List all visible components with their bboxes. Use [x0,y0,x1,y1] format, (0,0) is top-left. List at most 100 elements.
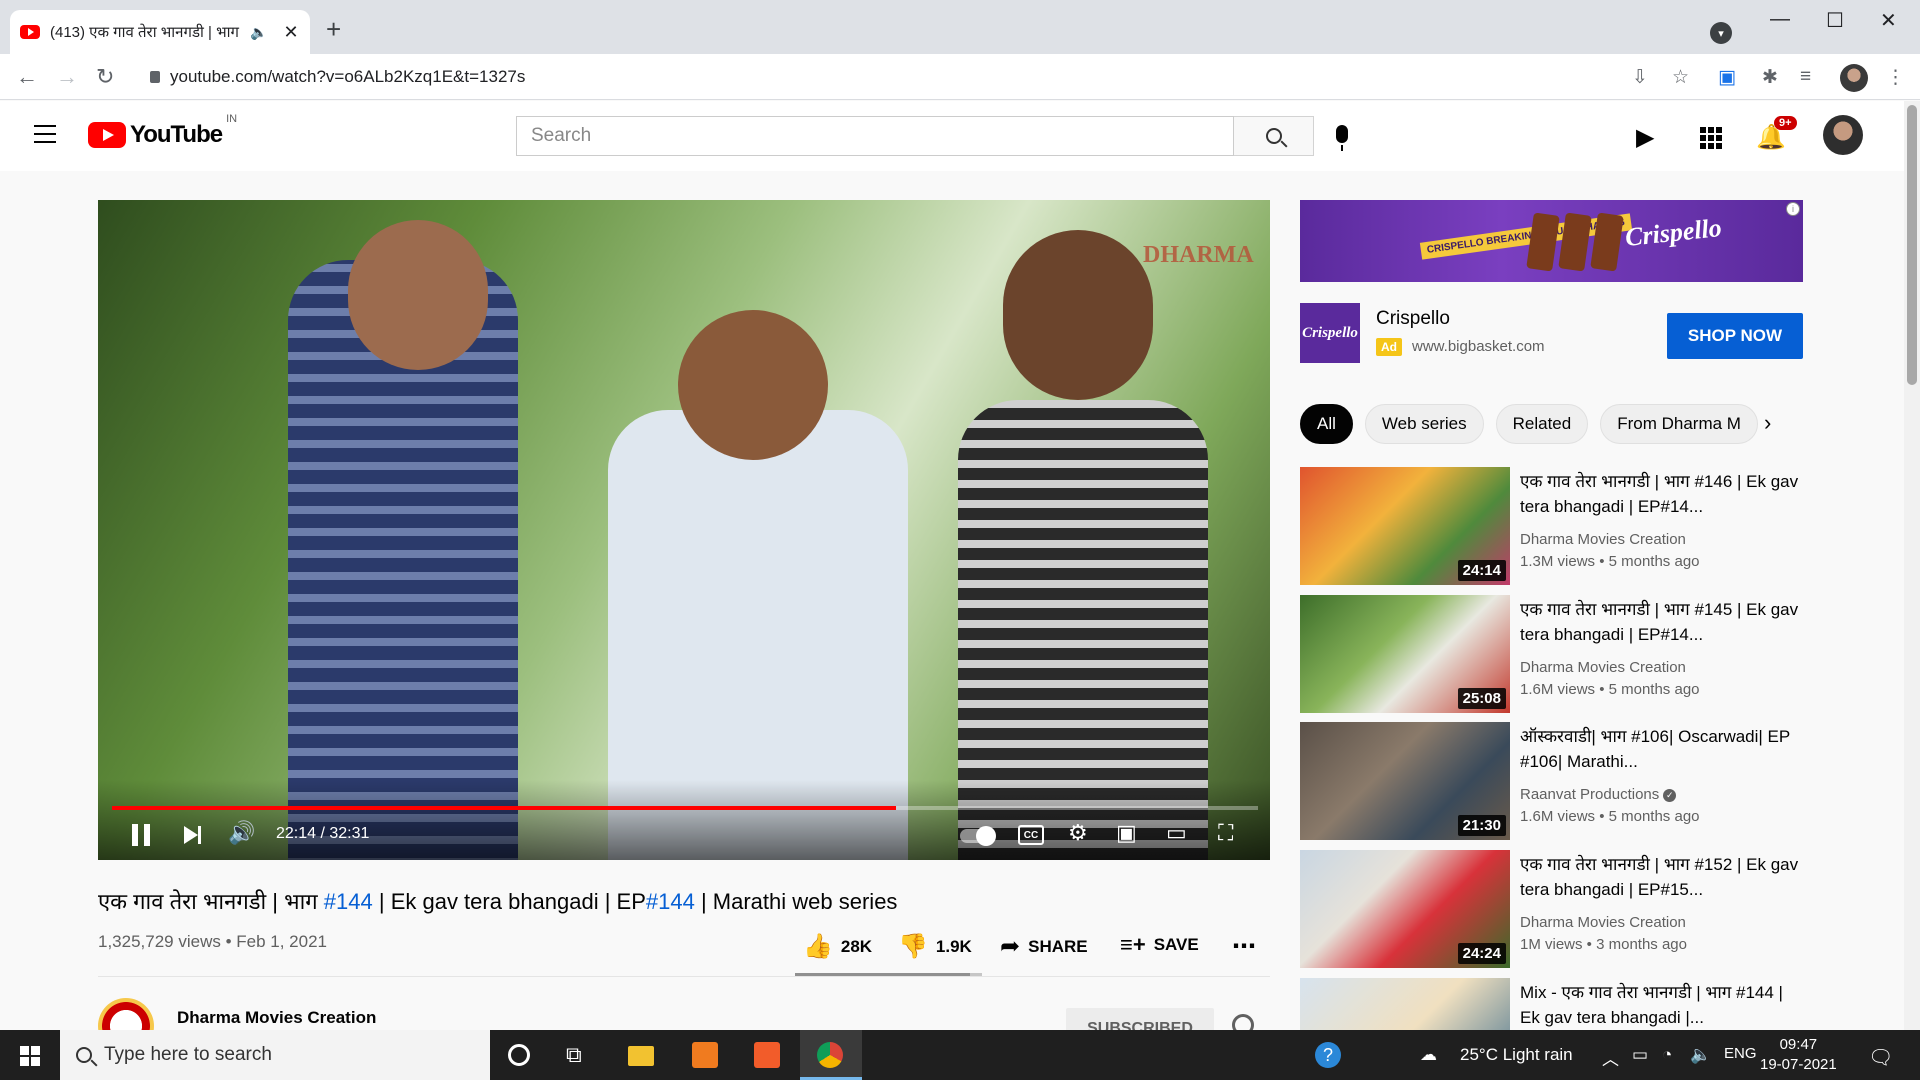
hamburger-menu-icon[interactable] [34,125,56,143]
close-tab-icon[interactable]: ✕ [283,22,298,43]
more-actions-icon[interactable]: ⋯ [1232,932,1256,961]
audio-playing-icon[interactable]: 🔈 [250,24,267,41]
volume-icon[interactable]: 🔊 [228,820,255,846]
task-view-icon[interactable]: ⧉ [566,1042,592,1068]
help-icon[interactable]: ? [1315,1042,1341,1068]
hashtag-link[interactable]: #144 [646,889,695,914]
like-button[interactable]: 👍 28K [803,932,872,961]
miniplayer-icon[interactable]: ▣ [1116,820,1137,846]
video-thumbnail[interactable]: 24:14 [1300,467,1510,585]
hashtag-link[interactable]: #144 [324,889,373,914]
ad-banner-image[interactable]: CRISPELLO BREAKING EQUAL SHARING Crispel… [1300,200,1803,282]
list-item[interactable]: Mix - एक गाव तेरा भानगडी | भाग #144 | Ek… [1300,978,1805,1030]
tab-search-icon[interactable]: ▾ [1710,22,1732,44]
share-button[interactable]: ➦ SHARE [1000,932,1088,961]
page-scrollbar[interactable] [1904,101,1920,1030]
rec-title[interactable]: एक गाव तेरा भानगडी | भाग #146 | Ek gav t… [1520,469,1800,519]
close-window-icon[interactable]: ✕ [1880,8,1897,33]
video-thumbnail[interactable]: 25:08 [1300,595,1510,713]
rec-channel[interactable]: Dharma Movies Creation [1520,659,1686,676]
thumbs-down-icon: 👎 [898,933,928,960]
minimize-icon[interactable]: — [1770,8,1790,31]
rec-title[interactable]: एक गाव तेरा भानगडी | भाग #152 | Ek gav t… [1520,852,1800,902]
file-explorer-icon[interactable] [628,1046,654,1066]
captions-cc-icon[interactable]: CC [1018,825,1044,845]
bookmark-star-icon[interactable]: ☆ [1672,66,1689,89]
show-hidden-icons-chevron-icon[interactable]: ︿ [1602,1045,1619,1070]
windows-start-icon[interactable] [20,1046,40,1066]
ad-logo[interactable]: Crispello [1300,303,1360,363]
account-avatar[interactable] [1823,115,1863,155]
xampp-icon[interactable] [754,1042,780,1068]
ad-domain: www.bigbasket.com [1412,338,1545,355]
speaker-icon[interactable]: 🔈 [1690,1045,1711,1065]
scrollbar-thumb[interactable] [1907,105,1917,385]
install-app-icon[interactable]: ⇩ [1632,66,1648,89]
address-bar[interactable]: youtube.com/watch?v=o6ALb2Kzq1E&t=1327s [140,60,1600,94]
extensions-puzzle-icon[interactable]: ✱ [1762,66,1778,89]
rec-channel[interactable]: Dharma Movies Creation [1520,531,1686,548]
shop-now-button[interactable]: SHOP NOW [1667,313,1803,359]
rec-title[interactable]: Mix - एक गाव तेरा भानगडी | भाग #144 | Ek… [1520,980,1800,1030]
chrome-profile-avatar[interactable] [1840,64,1868,92]
chip-related[interactable]: Related [1495,404,1589,444]
taskbar-search-input[interactable]: Type here to search [60,1030,490,1080]
chip-web-series[interactable]: Web series [1364,404,1484,444]
video-player[interactable]: DHARMA 🔊 22:14 / 32:31 CC ⚙ ▣ ▭ ⛶ [98,200,1270,860]
reload-icon[interactable]: ↻ [96,64,114,90]
new-tab-button[interactable]: + [326,14,341,45]
battery-icon[interactable]: ▭ [1632,1045,1648,1065]
save-button[interactable]: ≡+ SAVE [1120,932,1199,958]
chip-from-dharma[interactable]: From Dharma M [1600,404,1758,444]
search-button[interactable] [1234,116,1314,156]
dislike-button[interactable]: 👎 1.9K [898,932,972,961]
view-count-date: 1,325,729 views • Feb 1, 2021 [98,932,327,951]
chrome-taskbar-button[interactable] [800,1030,862,1080]
rec-channel[interactable]: Raanvat Productions ✓ [1520,786,1677,803]
rec-title[interactable]: ऑस्करवाडी| भाग #106| Oscarwadi| EP #106|… [1520,724,1800,774]
input-language[interactable]: ENG [1724,1045,1757,1062]
chrome-menu-icon[interactable]: ⋮ [1886,66,1905,89]
create-video-icon[interactable]: ▶︎ [1636,123,1654,152]
rec-channel[interactable]: Dharma Movies Creation [1520,914,1686,931]
progress-bar[interactable] [112,806,1258,810]
extension-app-icon[interactable]: ▣ [1718,66,1736,89]
list-item[interactable]: 25:08 एक गाव तेरा भानगडी | भाग #145 | Ek… [1300,595,1805,713]
list-item[interactable]: 21:30 ऑस्करवाडी| भाग #106| Oscarwadi| EP… [1300,722,1805,840]
maximize-icon[interactable]: ☐ [1826,8,1844,33]
voice-search-mic-icon[interactable] [1336,125,1348,151]
cortana-icon[interactable] [508,1044,530,1066]
rec-title[interactable]: एक गाव तेरा भानगडी | भाग #145 | Ek gav t… [1520,597,1800,647]
video-thumbnail[interactable] [1300,978,1510,1030]
search-input[interactable]: Search [516,116,1234,156]
pause-icon[interactable] [132,824,150,846]
settings-gear-icon[interactable]: ⚙ [1068,820,1088,846]
ad-title[interactable]: Crispello [1376,308,1450,330]
action-center-icon[interactable]: 🗨 [1868,1045,1893,1070]
weather-text[interactable]: 25°C Light rain [1460,1045,1573,1065]
next-video-icon[interactable] [184,826,201,844]
youtube-apps-icon[interactable] [1700,127,1722,149]
channel-name[interactable]: Dharma Movies Creation [177,1008,376,1028]
back-icon[interactable]: ← [16,64,38,90]
list-item[interactable]: 24:14 एक गाव तेरा भानगडी | भाग #146 | Ek… [1300,467,1805,585]
autoplay-toggle[interactable] [960,826,996,846]
fullscreen-icon[interactable]: ⛶ [1218,820,1233,846]
media-control-icon[interactable]: ≡ [1800,66,1811,88]
list-item[interactable]: 24:24 एक गाव तेरा भानगडी | भाग #152 | Ek… [1300,850,1805,968]
sublime-text-icon[interactable] [692,1042,718,1068]
controls-gradient [98,780,1270,860]
youtube-logo[interactable]: YouTube IN [88,113,237,149]
video-thumbnail[interactable]: 24:24 [1300,850,1510,968]
taskbar-clock[interactable]: 09:47 19-07-2021 [1760,1035,1837,1075]
theater-mode-icon[interactable]: ▭ [1166,820,1187,846]
wifi-icon[interactable]: ◔ [1662,1045,1672,1065]
lock-icon [150,71,160,83]
video-thumbnail[interactable]: 21:30 [1300,722,1510,840]
browser-tab-youtube[interactable]: (413) एक गाव तेरा भानगडी | भाग 🔈 ✕ [10,10,310,54]
ad-info-icon[interactable]: i [1786,202,1800,216]
chips-next-chevron-icon[interactable]: › [1764,410,1771,436]
weather-cloud-icon[interactable]: ☁ [1420,1045,1437,1065]
chip-all[interactable]: All [1300,404,1353,444]
forward-icon[interactable]: → [56,64,78,90]
